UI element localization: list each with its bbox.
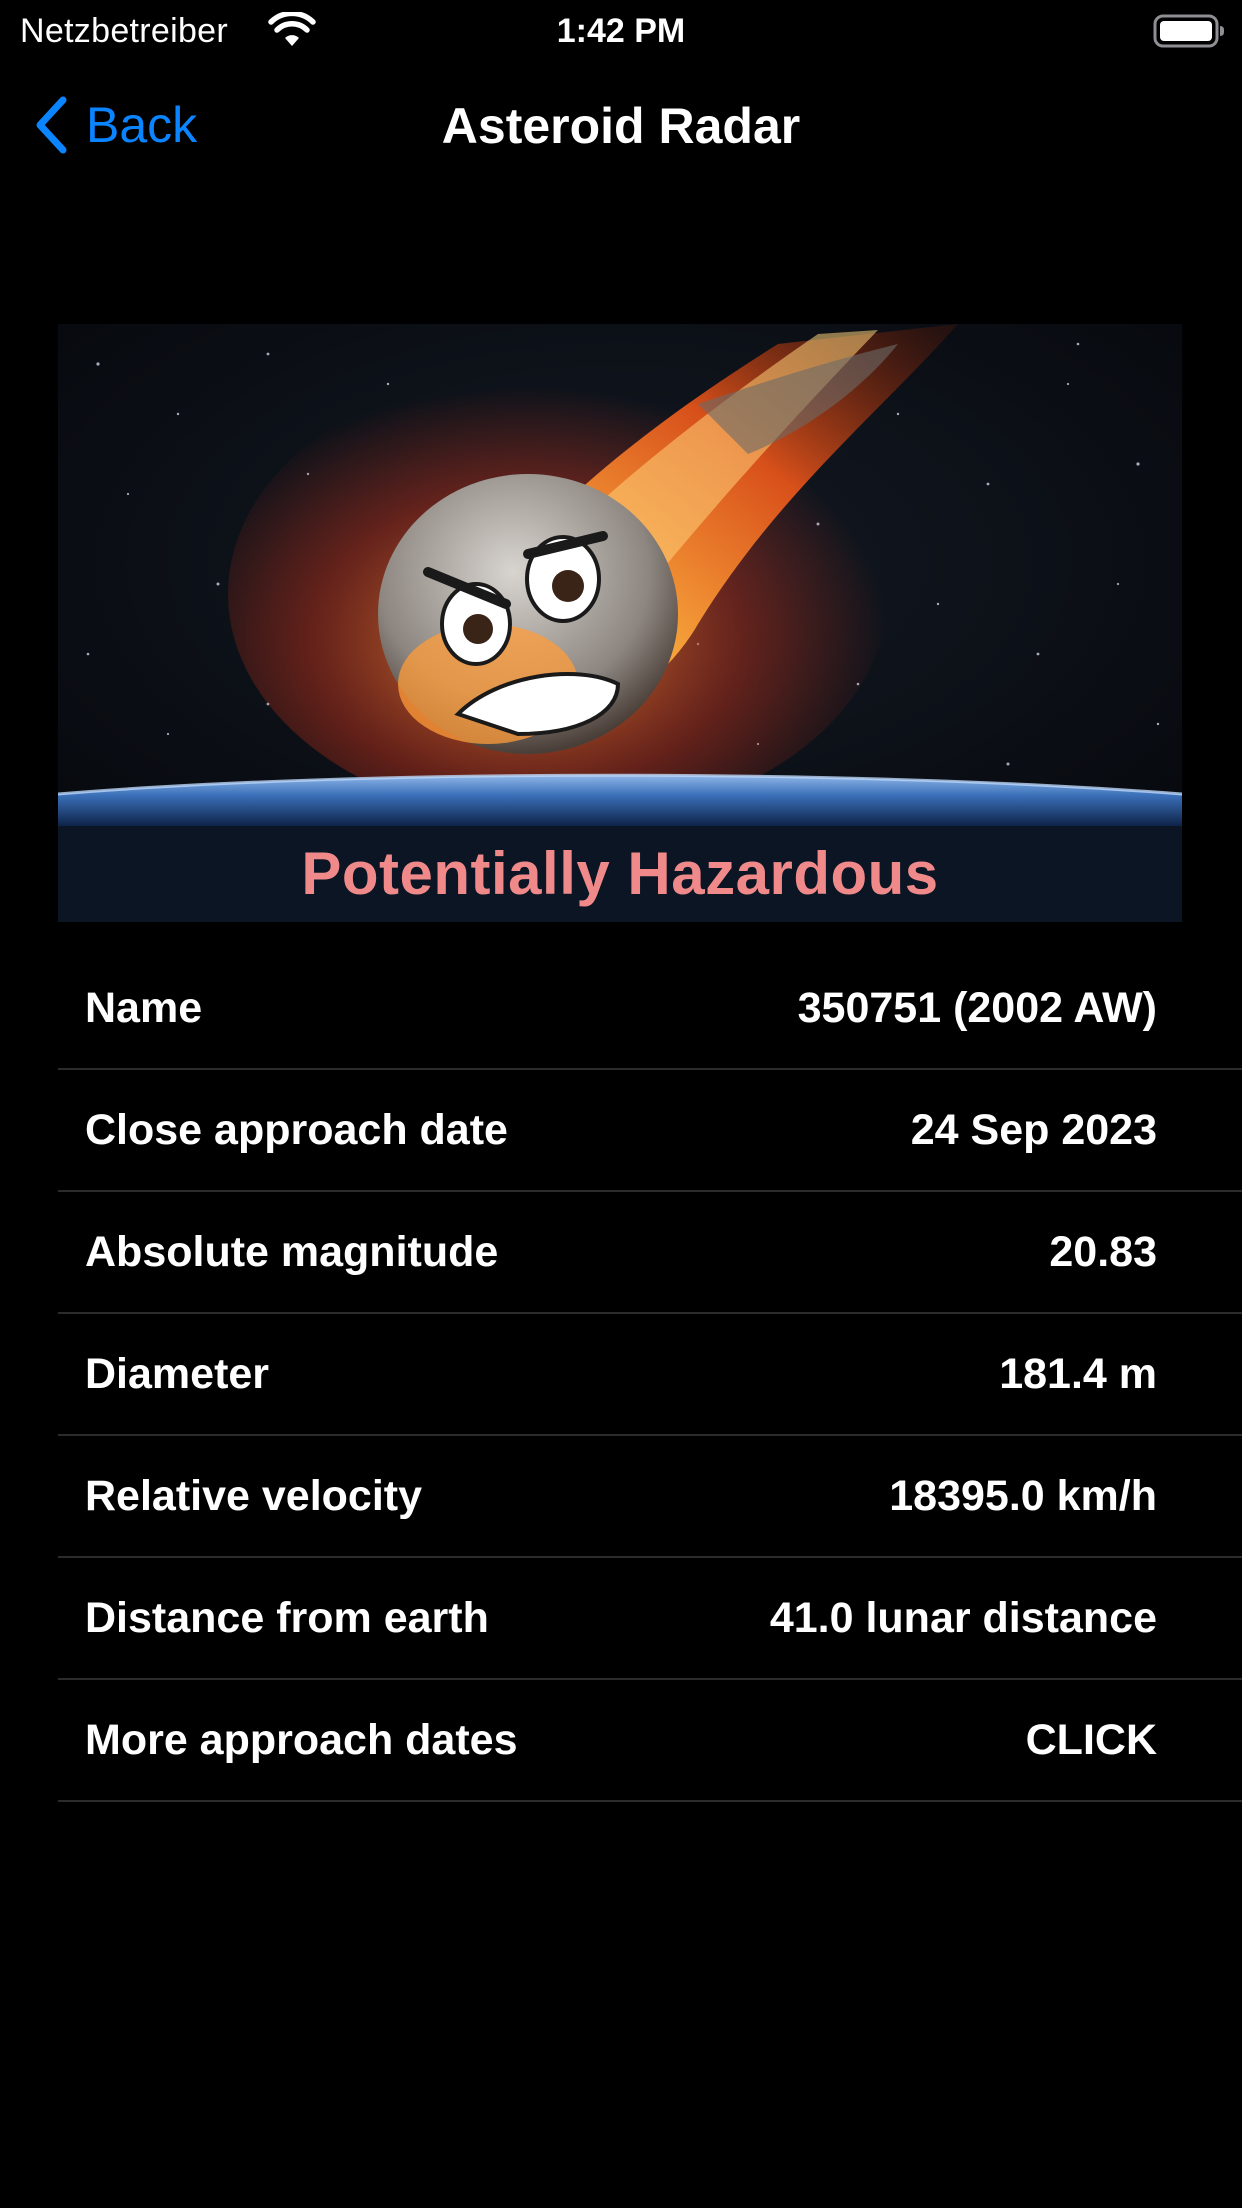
detail-value: 18395.0 km/h [889, 1472, 1157, 1520]
detail-value: 24 Sep 2023 [910, 1106, 1157, 1154]
detail-row-name: Name 350751 (2002 AW) [58, 948, 1242, 1070]
detail-label: More approach dates [85, 1716, 518, 1764]
detail-label: Close approach date [85, 1106, 508, 1154]
detail-label: Diameter [85, 1350, 270, 1398]
page-title: Asteroid Radar [441, 98, 801, 154]
detail-row-absolute-magnitude: Absolute magnitude 20.83 [58, 1192, 1242, 1314]
detail-row-relative-velocity: Relative velocity 18395.0 km/h [58, 1436, 1242, 1558]
detail-label: Absolute magnitude [85, 1228, 499, 1276]
more-approach-dates-row[interactable]: More approach dates CLICK [58, 1680, 1242, 1802]
detail-label: Distance from earth [85, 1594, 489, 1642]
status-time: 1:42 PM [556, 12, 686, 50]
detail-value: 350751 (2002 AW) [797, 984, 1157, 1032]
battery-icon [1153, 13, 1225, 49]
detail-row-diameter: Diameter 181.4 m [58, 1314, 1242, 1436]
status-bar: Netzbetreiber 1:42 PM [0, 0, 1242, 62]
detail-value: 181.4 m [999, 1350, 1157, 1398]
detail-value: 41.0 lunar distance [769, 1594, 1157, 1642]
detail-label: Relative velocity [85, 1472, 423, 1520]
hazard-banner-image: Potentially Hazardous [58, 324, 1182, 922]
detail-value: 20.83 [1049, 1228, 1157, 1276]
asteroid-details-list: Name 350751 (2002 AW) Close approach dat… [58, 948, 1242, 1802]
detail-row-close-approach-date: Close approach date 24 Sep 2023 [58, 1070, 1242, 1192]
detail-label: Name [85, 984, 203, 1032]
hazard-caption: Potentially Hazardous [301, 840, 939, 907]
more-approach-dates-click[interactable]: CLICK [1026, 1680, 1157, 1800]
navigation-bar: Back Asteroid Radar [0, 62, 1242, 192]
detail-row-distance-from-earth: Distance from earth 41.0 lunar distance [58, 1558, 1242, 1680]
